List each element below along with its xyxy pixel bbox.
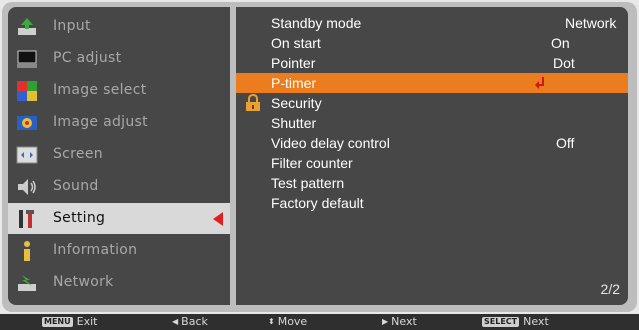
image-adjust-icon bbox=[16, 112, 38, 134]
submenu-item-on-start[interactable]: On start On bbox=[236, 33, 628, 53]
submenu-item-value: On bbox=[551, 35, 570, 51]
menu-item-label: PC adjust bbox=[53, 50, 122, 66]
footer-next-label: Next bbox=[391, 315, 417, 328]
lock-icon bbox=[246, 94, 260, 111]
submenu-item-label: Factory default bbox=[271, 195, 364, 211]
footer-move-label: Move bbox=[277, 315, 308, 328]
menu-item-image-adjust[interactable]: Image adjust bbox=[8, 107, 230, 138]
submenu-item-label: Standby mode bbox=[271, 15, 362, 31]
menu-item-label: Screen bbox=[53, 146, 103, 162]
network-icon bbox=[16, 272, 38, 294]
submenu-item-label: Security bbox=[271, 95, 322, 111]
submenu-item-standby-mode[interactable]: Standby mode Network bbox=[236, 13, 628, 33]
information-icon bbox=[16, 240, 38, 262]
submenu-item-value: Network bbox=[565, 15, 617, 31]
submenu-item-label: Filter counter bbox=[271, 155, 353, 171]
menu-item-label: Image adjust bbox=[53, 114, 148, 130]
menu-key-icon: MENU bbox=[42, 317, 73, 327]
footer-select-next-label: Next bbox=[523, 315, 549, 328]
submenu-item-shutter[interactable]: Shutter bbox=[236, 113, 628, 133]
menu-item-setting[interactable]: Setting bbox=[8, 203, 230, 234]
page-indicator: 2/2 bbox=[600, 281, 620, 297]
submenu-item-video-delay-control[interactable]: Video delay control Off bbox=[236, 133, 628, 153]
footer-help-bar: MENU Exit ◀ Back ⬍ Move ▶ Next SELECT Ne… bbox=[0, 314, 639, 330]
menu-item-label: Setting bbox=[53, 210, 106, 226]
selection-arrow-icon bbox=[213, 212, 223, 226]
sound-icon bbox=[16, 176, 38, 198]
menu-item-network[interactable]: Network bbox=[8, 267, 230, 298]
submenu-item-label: On start bbox=[271, 35, 321, 51]
image-select-icon bbox=[16, 80, 38, 102]
submenu-item-value: Off bbox=[556, 135, 575, 151]
footer-exit-label: Exit bbox=[76, 315, 98, 328]
submenu-item-label: Test pattern bbox=[271, 175, 345, 191]
menu-item-label: Information bbox=[53, 242, 138, 258]
submenu-item-pointer[interactable]: Pointer Dot bbox=[236, 53, 628, 73]
menu-item-label: Network bbox=[53, 274, 114, 290]
submenu-item-label: Pointer bbox=[271, 55, 316, 71]
submenu-item-label: Video delay control bbox=[271, 135, 390, 151]
submenu-item-test-pattern[interactable]: Test pattern bbox=[236, 173, 628, 193]
pc-adjust-icon bbox=[16, 48, 38, 70]
footer-back: ◀ Back bbox=[172, 314, 208, 330]
submenu-item-security[interactable]: Security bbox=[236, 93, 628, 113]
menu-item-screen[interactable]: Screen bbox=[8, 139, 230, 170]
footer-select-next: SELECT Next bbox=[482, 314, 549, 330]
enter-return-icon bbox=[535, 77, 544, 89]
submenu-item-factory-default[interactable]: Factory default bbox=[236, 193, 628, 213]
menu-item-pc-adjust[interactable]: PC adjust bbox=[8, 43, 230, 74]
submenu-item-value: Dot bbox=[553, 55, 575, 71]
menu-item-information[interactable]: Information bbox=[8, 235, 230, 266]
screen-icon bbox=[16, 144, 38, 166]
menu-item-input[interactable]: Input bbox=[8, 11, 230, 42]
submenu-item-label: P-timer bbox=[271, 75, 317, 91]
right-arrow-icon: ▶ bbox=[382, 317, 389, 326]
submenu-item-p-timer[interactable]: P-timer bbox=[236, 73, 628, 93]
footer-exit: MENU Exit bbox=[42, 314, 97, 330]
menu-item-image-select[interactable]: Image select bbox=[8, 75, 230, 106]
footer-next: ▶ Next bbox=[382, 314, 417, 330]
input-icon bbox=[16, 16, 38, 38]
setting-submenu: Standby mode Network On start On Pointer… bbox=[236, 7, 628, 305]
menu-item-label: Image select bbox=[53, 82, 147, 98]
setting-icon bbox=[16, 208, 38, 230]
submenu-item-filter-counter[interactable]: Filter counter bbox=[236, 153, 628, 173]
select-key-icon: SELECT bbox=[482, 317, 520, 327]
menu-item-label: Sound bbox=[53, 178, 99, 194]
submenu-item-label: Shutter bbox=[271, 115, 317, 131]
footer-back-label: Back bbox=[181, 315, 208, 328]
left-arrow-icon: ◀ bbox=[172, 317, 179, 326]
menu-item-label: Input bbox=[53, 18, 91, 34]
main-menu: Input PC adjust Image select Image adjus… bbox=[8, 7, 230, 305]
menu-item-sound[interactable]: Sound bbox=[8, 171, 230, 202]
footer-move: ⬍ Move bbox=[268, 314, 307, 330]
up-down-arrow-icon: ⬍ bbox=[268, 317, 275, 326]
